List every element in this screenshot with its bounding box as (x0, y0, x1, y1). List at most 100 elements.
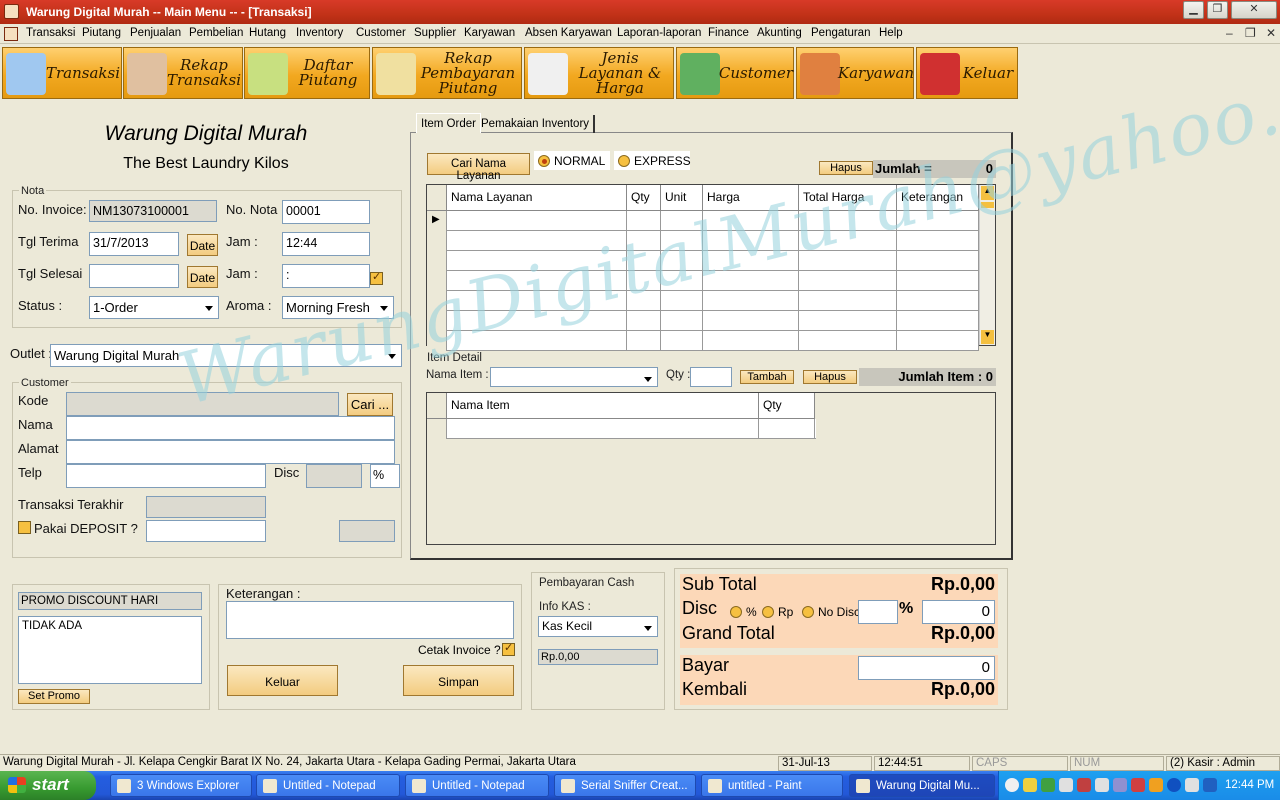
row-selector[interactable] (427, 291, 447, 311)
taskbar-item[interactable]: Untitled - Notepad (405, 774, 549, 797)
order-col-header[interactable]: Qty (627, 185, 661, 211)
order-cell[interactable] (703, 231, 799, 251)
order-cell[interactable] (661, 271, 703, 291)
order-cell[interactable] (627, 311, 661, 331)
order-cell[interactable] (661, 311, 703, 331)
order-cell[interactable] (799, 331, 897, 351)
menu-supplier[interactable]: Supplier (414, 27, 456, 39)
detail-col-header[interactable]: Qty (759, 393, 815, 419)
order-row-selector-header[interactable] (427, 185, 447, 211)
disc-nodisc-radio[interactable] (802, 606, 814, 618)
outlet-select[interactable]: Warung Digital Murah (50, 344, 402, 367)
order-row[interactable]: ▶ (427, 211, 979, 231)
tray-monitor-icon[interactable] (1185, 778, 1199, 792)
telp-field[interactable] (66, 464, 266, 488)
detail-col-header[interactable]: Nama Item (447, 393, 759, 419)
tray-chat-icon[interactable] (1203, 778, 1217, 792)
taskbar-item[interactable]: Warung Digital Mu... (849, 774, 995, 797)
tray-antivirus-icon[interactable] (1131, 778, 1145, 792)
jam-field[interactable]: 12:44 (282, 232, 370, 256)
scroll-up-icon[interactable]: ▲ (981, 186, 994, 200)
detail-cell[interactable] (759, 419, 815, 439)
tambah-button[interactable]: Tambah (740, 370, 794, 384)
order-cell[interactable] (627, 231, 661, 251)
row-selector[interactable]: ▶ (427, 211, 447, 231)
deposit-select[interactable] (146, 520, 266, 542)
menu-pembelian[interactable]: Pembelian (189, 27, 243, 39)
order-cell[interactable] (661, 291, 703, 311)
tray-security-icon[interactable] (1077, 778, 1091, 792)
disc-field[interactable] (306, 464, 362, 488)
tgl-terima-date-button[interactable]: Date (187, 234, 218, 256)
order-row[interactable] (427, 331, 979, 351)
menu-help[interactable]: Help (879, 27, 903, 39)
order-cell[interactable] (627, 331, 661, 351)
order-row[interactable] (427, 251, 979, 271)
tgl-terima-field[interactable]: 31/7/2013 (89, 232, 179, 256)
tray-arrow-icon[interactable] (1005, 778, 1019, 792)
order-cell[interactable] (799, 251, 897, 271)
tray-app-icon[interactable] (1041, 778, 1055, 792)
order-cell[interactable] (897, 331, 979, 351)
row-selector[interactable] (427, 231, 447, 251)
jam2-checkbox[interactable]: ✓ (370, 271, 383, 285)
disc-rp-radio[interactable] (762, 606, 774, 618)
order-cell[interactable] (897, 311, 979, 331)
order-cell[interactable] (897, 251, 979, 271)
row-selector[interactable] (427, 251, 447, 271)
taskbar-item[interactable]: untitled - Paint (701, 774, 843, 797)
menu-transaksi[interactable]: Transaksi (26, 27, 75, 39)
item-detail-grid[interactable]: Nama Item Qty (426, 392, 996, 545)
order-row[interactable] (427, 271, 979, 291)
order-cell[interactable] (627, 251, 661, 271)
order-col-header[interactable]: Keterangan (897, 185, 979, 211)
tgl-selesai-date-button[interactable]: Date (187, 266, 218, 288)
row-selector[interactable] (427, 271, 447, 291)
tray-update-icon[interactable] (1149, 778, 1163, 792)
tray-bluetooth-icon[interactable] (1167, 778, 1181, 792)
detail-cell[interactable] (447, 419, 759, 439)
scroll-thumb[interactable] (981, 202, 994, 208)
order-cell[interactable] (799, 311, 897, 331)
order-cell[interactable] (447, 311, 627, 331)
qty-field[interactable] (690, 367, 732, 387)
menu-pengaturan[interactable]: Pengaturan (811, 27, 870, 39)
order-cell[interactable] (703, 311, 799, 331)
order-cell[interactable] (799, 291, 897, 311)
cetak-invoice-checkbox[interactable]: ✓ (502, 642, 515, 656)
tab-item-order[interactable]: Item Order (416, 113, 481, 133)
order-cell[interactable] (447, 271, 627, 291)
tray-wifi-icon[interactable] (1095, 778, 1109, 792)
bayar-field[interactable]: 0 (858, 656, 995, 680)
order-cell[interactable] (447, 231, 627, 251)
tray-display-icon[interactable] (1113, 778, 1127, 792)
tray-network-icon[interactable] (1059, 778, 1073, 792)
hapus-item-button[interactable]: Hapus (803, 370, 857, 384)
row-selector[interactable] (427, 311, 447, 331)
scroll-down-icon[interactable]: ▼ (981, 330, 994, 344)
order-grid-scrollbar[interactable]: ▲ ▼ (979, 185, 995, 345)
order-cell[interactable] (703, 331, 799, 351)
keluar-button[interactable]: Keluar (227, 665, 338, 696)
order-col-header[interactable]: Unit (661, 185, 703, 211)
express-radio[interactable] (618, 155, 630, 167)
mdi-minimize-icon[interactable]: – (1226, 26, 1233, 40)
order-cell[interactable] (799, 231, 897, 251)
detail-row[interactable] (427, 419, 816, 439)
keterangan-field[interactable] (226, 601, 514, 639)
order-cell[interactable] (661, 231, 703, 251)
aroma-select[interactable]: Morning Fresh (282, 296, 394, 319)
start-button[interactable]: start (0, 771, 96, 800)
order-cell[interactable] (799, 211, 897, 231)
status-select[interactable]: 1-Order (89, 296, 219, 319)
disc-pct-radio[interactable] (730, 606, 742, 618)
row-selector[interactable] (427, 419, 447, 439)
set-promo-button[interactable]: Set Promo (18, 689, 90, 704)
cari-customer-button[interactable]: Cari ... (347, 393, 393, 416)
order-cell[interactable] (661, 211, 703, 231)
menu-customer[interactable]: Customer (356, 27, 406, 39)
menu-piutang[interactable]: Piutang (82, 27, 121, 39)
order-row[interactable] (427, 311, 979, 331)
order-cell[interactable] (703, 211, 799, 231)
disc-value-field[interactable]: 0 (922, 600, 995, 624)
